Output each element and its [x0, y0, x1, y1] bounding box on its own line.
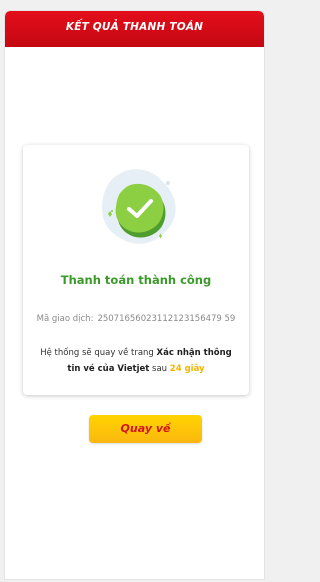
page-title: KẾT QUẢ THANH TOÁN [5, 11, 264, 47]
transaction-label: Mã giao dịch: [36, 314, 94, 324]
result-card: Thanh toán thành công Mã giao dịch: 25071… [23, 145, 249, 395]
transaction-code: 25071656023112123156479 59 [97, 314, 236, 324]
payment-result-panel: KẾT QUẢ THANH TOÁN Thanh toán thành công… [4, 10, 265, 580]
back-button[interactable]: Quay về [89, 415, 202, 443]
redirect-mid: sau [152, 364, 168, 374]
success-check-icon [102, 169, 176, 244]
redirect-message: Hệ thống sẽ quay về trang Xác nhận thông… [35, 345, 237, 377]
redirect-prefix: Hệ thống sẽ quay về trang [40, 348, 154, 358]
transaction-info: Mã giao dịch: 25071656023112123156479 59 [23, 314, 249, 324]
countdown-seconds: 24 giây [169, 364, 205, 374]
success-title: Thanh toán thành công [60, 273, 212, 287]
